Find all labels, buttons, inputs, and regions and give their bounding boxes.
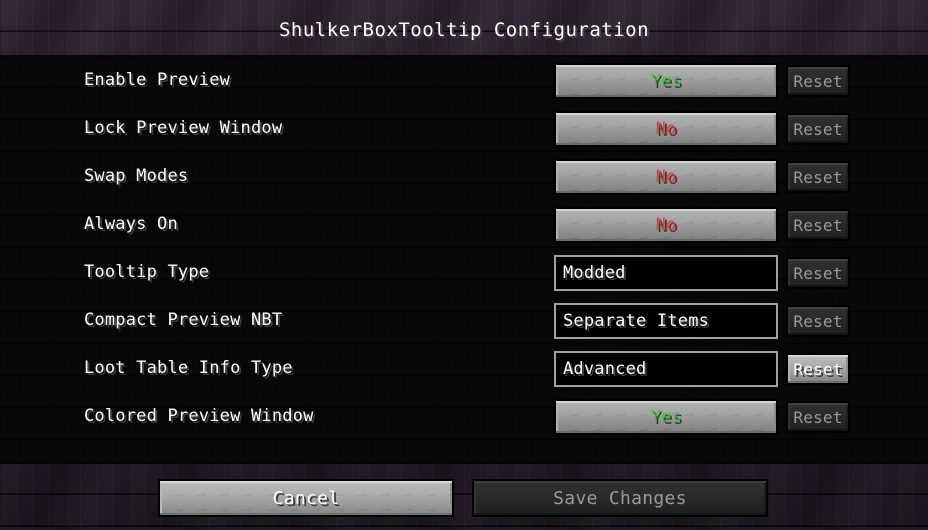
option-control: Yes xyxy=(554,63,778,99)
options-list: Enable Preview Yes Reset Lock Preview Windo… xyxy=(0,56,928,463)
option-label: Always On xyxy=(84,214,178,234)
option-reset-label: Reset xyxy=(793,119,843,139)
option-reset-label: Reset xyxy=(793,167,843,187)
option-reset-label: Reset xyxy=(793,407,843,427)
option-value: Yes xyxy=(650,71,682,91)
option-label: Lock Preview Window xyxy=(84,118,283,138)
option-reset-button: Reset xyxy=(786,305,850,337)
option-toggle-button[interactable]: Yes xyxy=(554,399,778,435)
option-reset-button: Reset xyxy=(786,113,850,145)
config-screen: ShulkerBoxTooltip Configuration Enable P… xyxy=(0,0,928,530)
option-label: Enable Preview xyxy=(84,70,231,90)
option-value: No xyxy=(655,167,677,187)
option-toggle-button[interactable]: No xyxy=(554,111,778,147)
save-changes-button: Save Changes xyxy=(472,479,768,517)
option-reset-button: Reset xyxy=(786,257,850,289)
option-text-field[interactable]: Separate Items xyxy=(554,303,778,339)
option-label: Swap Modes xyxy=(84,166,189,186)
footer-background xyxy=(0,463,928,530)
option-control: Modded xyxy=(554,255,778,291)
option-value: Modded xyxy=(563,263,626,283)
option-reset-button: Reset xyxy=(786,209,850,241)
option-toggle-button[interactable]: No xyxy=(554,159,778,195)
option-reset-label: Reset xyxy=(793,311,843,331)
option-control: Separate Items xyxy=(554,303,778,339)
option-label: Loot Table Info Type xyxy=(84,358,293,378)
option-reset-label: Reset xyxy=(793,215,843,235)
option-text-field[interactable]: Advanced xyxy=(554,351,778,387)
option-label: Compact Preview NBT xyxy=(84,310,283,330)
option-value: Advanced xyxy=(563,359,647,379)
save-changes-button-label: Save Changes xyxy=(553,487,687,509)
option-reset-button: Reset xyxy=(786,65,850,97)
option-row: Always On No Reset xyxy=(0,207,928,243)
option-row: Enable Preview Yes Reset xyxy=(0,63,928,99)
option-value: Separate Items xyxy=(563,311,710,331)
option-reset-label: Reset xyxy=(793,71,843,91)
option-label: Colored Preview Window xyxy=(84,406,314,426)
option-control: No xyxy=(554,207,778,243)
option-row: Colored Preview Window Yes Reset xyxy=(0,399,928,435)
option-label: Tooltip Type xyxy=(84,262,210,282)
option-control: No xyxy=(554,159,778,195)
option-toggle-button[interactable]: Yes xyxy=(554,63,778,99)
option-row: Lock Preview Window No Reset xyxy=(0,111,928,147)
option-row: Loot Table Info Type Advanced Reset xyxy=(0,351,928,387)
option-toggle-button[interactable]: No xyxy=(554,207,778,243)
option-value: No xyxy=(655,119,677,139)
option-reset-button[interactable]: Reset xyxy=(786,353,850,385)
option-reset-button: Reset xyxy=(786,401,850,433)
cancel-button-label: Cancel xyxy=(272,487,340,509)
option-row: Swap Modes No Reset xyxy=(0,159,928,195)
option-row: Tooltip Type Modded Reset xyxy=(0,255,928,291)
option-value: No xyxy=(655,215,677,235)
option-reset-button: Reset xyxy=(786,161,850,193)
cancel-button[interactable]: Cancel xyxy=(158,479,454,517)
option-value: Yes xyxy=(650,407,682,427)
option-text-field[interactable]: Modded xyxy=(554,255,778,291)
option-control: Advanced xyxy=(554,351,778,387)
option-row: Compact Preview NBT Separate Items Reset xyxy=(0,303,928,339)
page-title: ShulkerBoxTooltip Configuration xyxy=(278,19,650,41)
option-control: No xyxy=(554,111,778,147)
option-reset-label: Reset xyxy=(793,359,843,379)
option-reset-label: Reset xyxy=(793,263,843,283)
option-control: Yes xyxy=(554,399,778,435)
